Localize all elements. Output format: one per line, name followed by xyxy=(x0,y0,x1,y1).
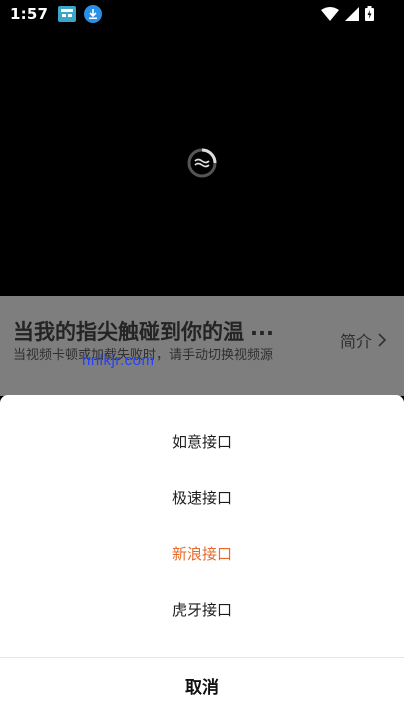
cellular-signal-icon xyxy=(345,6,359,21)
status-time: 1:57 xyxy=(10,5,49,23)
source-option-huya[interactable]: 虎牙接口 xyxy=(0,581,404,637)
watermark-text: hnlkjr.com xyxy=(82,352,155,369)
status-bar: 1:57 xyxy=(0,0,404,28)
video-info-panel: 当我的指尖触碰到你的温 ... 简介 当视频卡顿或加载失败时，请手动切换视频源 … xyxy=(0,296,404,396)
battery-charging-icon xyxy=(365,6,374,21)
intro-label: 简介 xyxy=(339,332,372,351)
source-selection-sheet: 如意接口 极速接口 新浪接口 虎牙接口 取消 xyxy=(0,395,404,718)
source-option-ruyi[interactable]: 如意接口 xyxy=(0,413,404,469)
source-option-jisu[interactable]: 极速接口 xyxy=(0,469,404,525)
download-notification-icon xyxy=(84,5,103,23)
source-option-sina[interactable]: 新浪接口 xyxy=(0,525,404,581)
wifi-icon xyxy=(321,6,339,21)
intro-button[interactable]: 简介 xyxy=(340,328,386,352)
cancel-button[interactable]: 取消 xyxy=(0,658,404,713)
video-title-ellipsis: ... xyxy=(250,316,274,340)
video-player[interactable] xyxy=(0,28,404,296)
chevron-right-icon xyxy=(378,333,386,347)
app-notification-icon xyxy=(58,6,77,22)
loading-spinner-icon xyxy=(187,148,217,178)
video-title: 当我的指尖触碰到你的温 xyxy=(13,320,244,344)
